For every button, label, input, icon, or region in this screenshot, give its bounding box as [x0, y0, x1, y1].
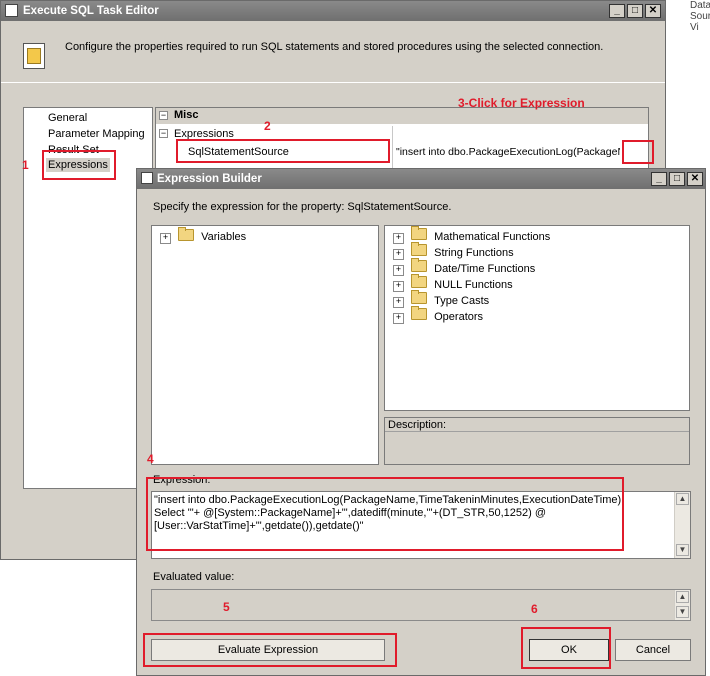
close-button[interactable]: ✕: [645, 4, 661, 18]
builder-close-button[interactable]: ✕: [687, 172, 703, 186]
tree-item-label: Type Casts: [434, 295, 490, 307]
tree-item-type-casts[interactable]: + Type Casts: [393, 290, 490, 308]
description-label: Description:: [385, 418, 689, 432]
description-panel: Description:: [384, 417, 690, 465]
background-window-text: Data Source Vi: [690, 0, 710, 33]
annotation-box-property: [176, 139, 390, 163]
expand-icon[interactable]: +: [393, 265, 404, 276]
grid-category-row: − Misc: [156, 108, 648, 124]
cancel-button[interactable]: Cancel: [615, 639, 691, 661]
variables-tree: + Variables: [151, 225, 379, 465]
annotation-box-expression: [146, 477, 624, 551]
folder-icon: [411, 258, 428, 272]
annotation-number-1: 1: [22, 158, 29, 172]
expand-icon[interactable]: +: [393, 249, 404, 260]
builder-title: Expression Builder: [157, 173, 262, 185]
folder-icon: [411, 274, 428, 288]
folder-icon: [411, 226, 428, 240]
tree-item-label: NULL Functions: [434, 279, 513, 291]
annotation-number-6: 6: [531, 602, 538, 616]
evaluated-value-box: ▲ ▼: [151, 589, 691, 621]
annotation-box-evaluate: [143, 633, 397, 667]
scroll-up-icon[interactable]: ▲: [676, 493, 689, 505]
folder-icon: [411, 306, 428, 320]
builder-minimize-button[interactable]: _: [651, 172, 667, 186]
annotation-number-5: 5: [223, 600, 230, 614]
folder-icon: [411, 242, 428, 256]
maximize-button[interactable]: □: [627, 4, 643, 18]
expand-icon[interactable]: +: [393, 281, 404, 292]
tree-item-variables[interactable]: + Variables: [160, 227, 247, 244]
outer-titlebar: Execute SQL Task Editor _ □ ✕: [1, 1, 665, 21]
scroll-down-icon[interactable]: ▼: [676, 544, 689, 556]
minimize-button[interactable]: _: [609, 4, 625, 18]
builder-instruction: Specify the expression for the property:…: [153, 201, 452, 213]
task-icon: [23, 43, 45, 69]
folder-icon: [411, 290, 428, 304]
expression-scrollbar[interactable]: ▲ ▼: [674, 492, 690, 558]
tree-item-label: Mathematical Functions: [434, 231, 551, 243]
grid-property-value[interactable]: "insert into dbo.PackageExecutionLog(Pac…: [396, 146, 620, 158]
nav-item-parameter-mapping[interactable]: Parameter Mapping: [48, 128, 145, 140]
annotation-number-2: 2: [264, 119, 271, 133]
expand-icon[interactable]: +: [393, 313, 404, 324]
header-area: Configure the properties required to run…: [1, 21, 665, 83]
tree-item-label: String Functions: [434, 247, 514, 259]
annotation-label-3: 3-Click for Expression: [458, 96, 585, 110]
grid-category: Misc: [174, 109, 199, 121]
expand-icon[interactable]: +: [160, 233, 171, 244]
expand-icon[interactable]: +: [393, 233, 404, 244]
tree-item-operators[interactable]: + Operators: [393, 306, 484, 324]
clipboard-icon: [27, 48, 41, 64]
outer-title: Execute SQL Task Editor: [23, 5, 159, 17]
tree-item-label: Variables: [201, 231, 247, 243]
expand-icon[interactable]: +: [393, 297, 404, 308]
scroll-up-icon[interactable]: ▲: [676, 591, 689, 603]
annotation-box-ellipsis: [622, 140, 654, 164]
builder-maximize-button[interactable]: □: [669, 172, 685, 186]
annotation-box-expressions: [42, 150, 116, 180]
folder-icon: [178, 227, 195, 241]
builder-titlebar: Expression Builder _ □ ✕: [137, 169, 705, 189]
evaluated-scrollbar[interactable]: ▲ ▼: [674, 590, 690, 620]
builder-app-icon: [141, 172, 153, 184]
tree-item-label: Date/Time Functions: [434, 263, 536, 275]
header-description: Configure the properties required to run…: [65, 41, 604, 53]
functions-tree: + Mathematical Functions + String Functi…: [384, 225, 690, 411]
collapse-expressions-icon[interactable]: −: [159, 129, 168, 138]
annotation-box-ok: [521, 627, 611, 669]
nav-item-general[interactable]: General: [48, 112, 87, 124]
expression-builder-window: Expression Builder _ □ ✕ Specify the exp…: [136, 168, 706, 676]
evaluated-label: Evaluated value:: [153, 571, 235, 583]
tree-item-label: Operators: [434, 311, 484, 323]
app-icon: [5, 4, 18, 17]
scroll-down-icon[interactable]: ▼: [676, 606, 689, 618]
collapse-misc-icon[interactable]: −: [159, 111, 168, 120]
annotation-number-4: 4: [147, 452, 154, 466]
